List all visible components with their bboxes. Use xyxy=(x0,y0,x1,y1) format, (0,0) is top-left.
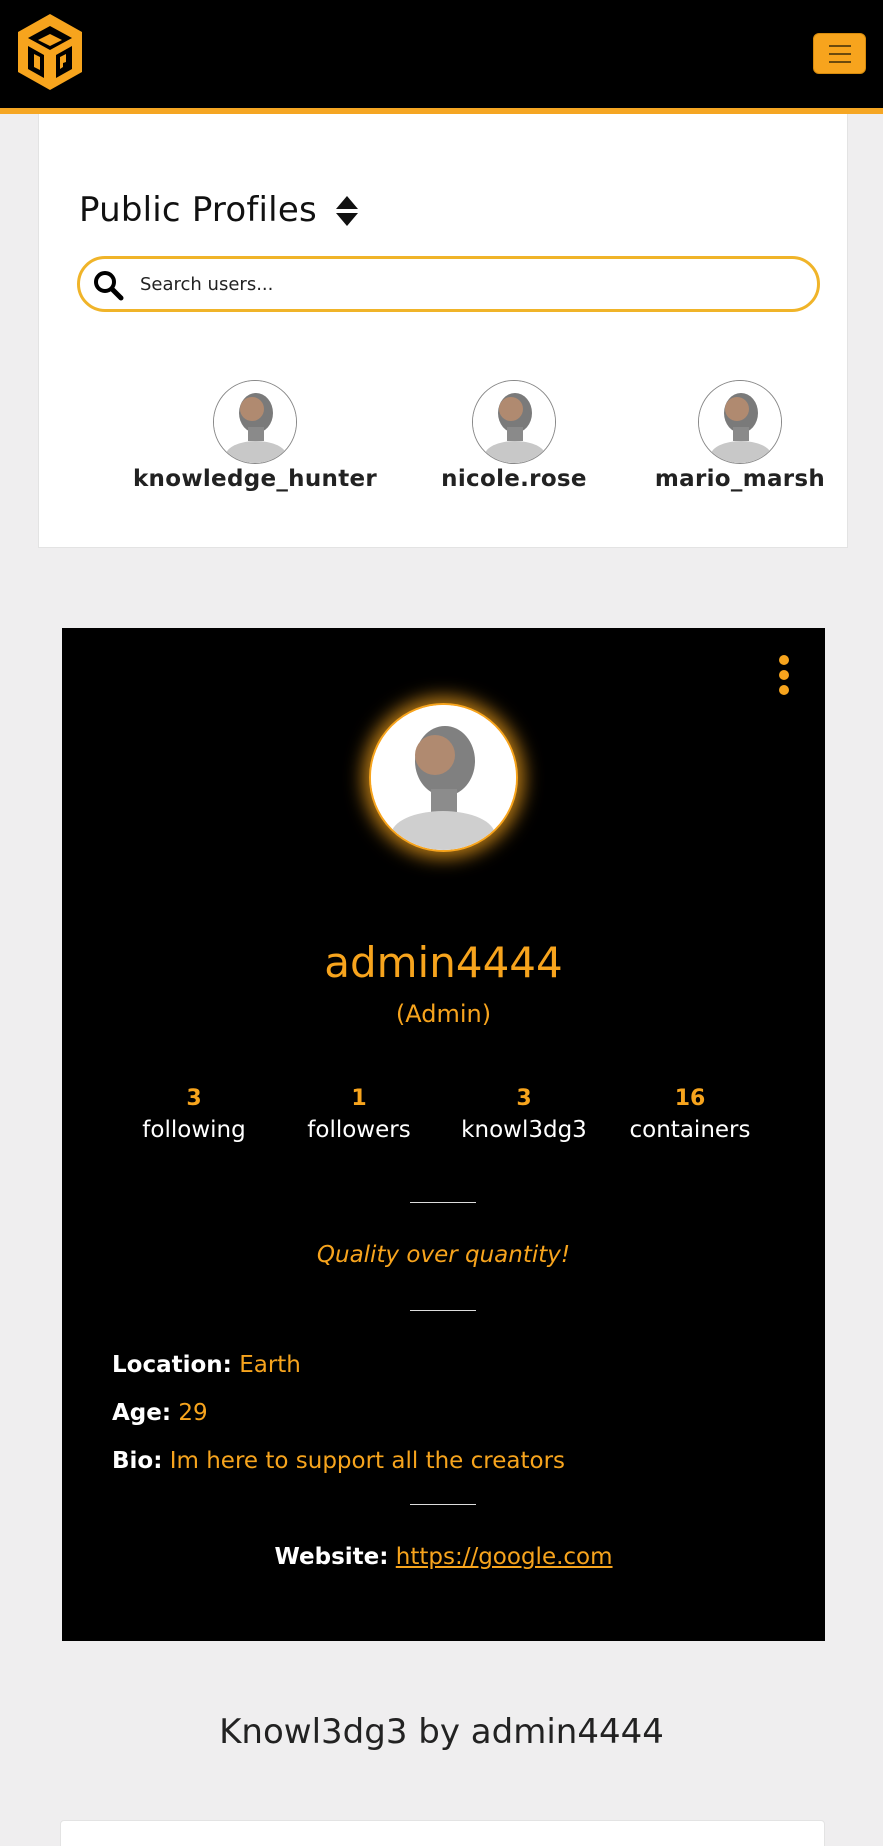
location-value: Earth xyxy=(239,1352,301,1378)
username[interactable]: mario_marsh xyxy=(610,466,870,492)
user-card-mario-marsh[interactable]: mario_marsh xyxy=(610,380,870,492)
profile-website: Website: https://google.com xyxy=(62,1544,825,1570)
stat-value: 3 xyxy=(516,1086,532,1111)
avatar-head-image xyxy=(371,705,516,850)
stat-following[interactable]: 3 following xyxy=(119,1086,269,1143)
stat-label: followers xyxy=(307,1117,411,1143)
bio-value: Im here to support all the creators xyxy=(169,1448,566,1474)
website-link[interactable]: https://google.com xyxy=(396,1544,613,1570)
stat-value: 1 xyxy=(351,1086,367,1111)
avatar-head-image xyxy=(473,381,555,463)
content-card xyxy=(60,1820,825,1846)
avatar[interactable] xyxy=(472,380,556,464)
divider xyxy=(410,1310,476,1311)
search-input[interactable] xyxy=(140,267,780,301)
search-box xyxy=(77,256,820,312)
website-label: Website: xyxy=(274,1544,389,1570)
profile-role: (Admin) xyxy=(395,1000,492,1028)
profile-location: Location: Earth xyxy=(112,1352,301,1378)
user-card-nicole-rose[interactable]: nicole.rose xyxy=(384,380,644,492)
hamburger-icon xyxy=(828,44,851,47)
avatar[interactable] xyxy=(698,380,782,464)
profile-age: Age: 29 xyxy=(112,1400,208,1426)
username[interactable]: nicole.rose xyxy=(384,466,644,492)
search-icon xyxy=(94,271,124,301)
stat-value: 3 xyxy=(186,1086,202,1111)
username[interactable]: knowledge_hunter xyxy=(125,466,385,492)
public-profiles-title: Public Profiles xyxy=(79,190,317,230)
age-value: 29 xyxy=(178,1400,208,1426)
cube-cg-logo-icon[interactable] xyxy=(14,12,86,92)
profile-card: admin4444 (Admin) 3 following 1 follower… xyxy=(62,628,825,1641)
top-navbar xyxy=(0,0,883,114)
stat-label: knowl3dg3 xyxy=(461,1117,587,1143)
stat-containers[interactable]: 16 containers xyxy=(615,1086,765,1143)
stat-value: 16 xyxy=(674,1086,706,1111)
avatar[interactable] xyxy=(213,380,297,464)
profile-bio: Bio: Im here to support all the creators xyxy=(112,1448,565,1474)
profile-quote: Quality over quantity! xyxy=(316,1242,571,1268)
user-card-knowledge-hunter[interactable]: knowledge_hunter xyxy=(125,380,385,492)
age-label: Age: xyxy=(112,1400,172,1426)
profile-username: admin4444 xyxy=(324,938,563,987)
stat-label: following xyxy=(142,1117,246,1143)
stat-followers[interactable]: 1 followers xyxy=(284,1086,434,1143)
profile-avatar xyxy=(369,703,518,852)
public-profiles-card: Public Profiles knowledge_hunter xyxy=(38,114,848,548)
sort-icon[interactable] xyxy=(335,194,359,228)
divider xyxy=(410,1504,476,1505)
section-title: Knowl3dg3 by admin4444 xyxy=(219,1712,664,1752)
avatar-head-image xyxy=(699,381,781,463)
stat-label: containers xyxy=(629,1117,751,1143)
kebab-menu-icon[interactable] xyxy=(776,654,792,696)
bio-label: Bio: xyxy=(112,1448,163,1474)
stat-knowl3dg3[interactable]: 3 knowl3dg3 xyxy=(449,1086,599,1143)
hamburger-menu-button[interactable] xyxy=(813,33,866,74)
divider xyxy=(410,1202,476,1203)
avatar-head-image xyxy=(214,381,296,463)
location-label: Location: xyxy=(112,1352,232,1378)
